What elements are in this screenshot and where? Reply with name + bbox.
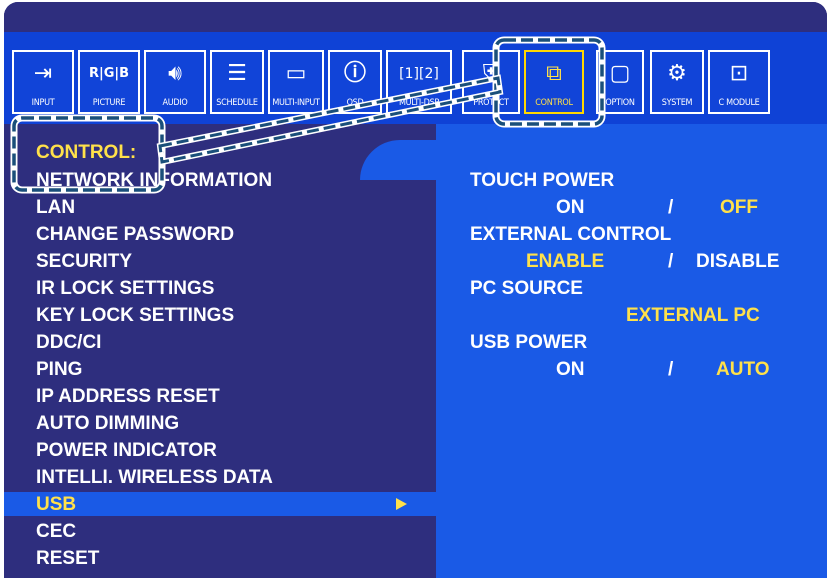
menu-item-change-password[interactable]: CHANGE PASSWORD — [36, 224, 234, 246]
menu-item-intelli-wireless-data[interactable]: INTELLI. WIRELESS DATA — [36, 467, 273, 489]
menu-item-ping[interactable]: PING — [36, 359, 82, 381]
schedule-icon: ☰ — [227, 61, 247, 86]
tab-c-module[interactable]: ⊡ C MODULE — [708, 50, 770, 114]
tab-option[interactable]: ▢ OPTION — [596, 50, 644, 114]
menu-item-network-information[interactable]: NETWORK INFORMATION — [36, 170, 272, 192]
menu-item-ddc-ci[interactable]: DDC/CI — [36, 332, 101, 354]
usb-power-on[interactable]: ON — [556, 359, 585, 381]
touch-power-label: TOUCH POWER — [470, 170, 615, 191]
menu-item-cec[interactable]: CEC — [36, 521, 76, 543]
multi-display-icon: [1][2] — [399, 66, 439, 82]
menu-item-key-lock-settings[interactable]: KEY LOCK SETTINGS — [36, 305, 234, 327]
tab-control-label: CONTROL — [535, 98, 573, 108]
tab-multi-dsp[interactable]: [1][2] MULTI-DSP — [386, 50, 452, 114]
protect-icon: ⛨ — [482, 61, 500, 86]
external-control-label: EXTERNAL CONTROL — [470, 224, 672, 245]
submenu-arrow-icon — [396, 498, 407, 510]
rgb-icon: R|G|B — [88, 66, 130, 81]
menu-item-usb[interactable]: USB — [36, 494, 76, 516]
option-icon: ▢ — [609, 61, 631, 86]
menu-item-reset[interactable]: RESET — [36, 548, 99, 570]
menu-item-security[interactable]: SECURITY — [36, 251, 132, 273]
menu-item-ir-lock-settings[interactable]: IR LOCK SETTINGS — [36, 278, 214, 300]
multi-input-icon: ▭ — [285, 61, 307, 86]
tab-control[interactable]: ⧉ CONTROL — [524, 50, 584, 114]
pc-source-value[interactable]: EXTERNAL PC — [626, 305, 760, 327]
tab-audio[interactable]: 🔊︎ AUDIO — [144, 50, 206, 114]
tab-input[interactable]: ⇥ INPUT — [12, 50, 74, 114]
tab-picture-label: PICTURE — [92, 98, 126, 108]
speaker-icon: 🔊︎ — [168, 61, 182, 86]
touch-power-on[interactable]: ON — [556, 197, 585, 219]
tab-protect[interactable]: ⛨ PROTECT — [462, 50, 520, 114]
tab-osd[interactable]: ⓘ OSD — [328, 50, 382, 114]
pc-source-label: PC SOURCE — [470, 278, 583, 299]
tab-multi-input[interactable]: ▭ MULTI-INPUT — [268, 50, 324, 114]
tab-picture[interactable]: R|G|B PICTURE — [78, 50, 140, 114]
compute-module-icon: ⊡ — [729, 61, 749, 86]
menu-item-ip-address-reset[interactable]: IP ADDRESS RESET — [36, 386, 220, 408]
external-control-disable[interactable]: DISABLE — [696, 251, 779, 273]
tab-osd-label: OSD — [346, 98, 364, 108]
osd-icon-bar: ⇥ INPUT R|G|B PICTURE 🔊︎ AUDIO ☰ SCHEDUL… — [4, 32, 827, 124]
tab-c-module-label: C MODULE — [718, 98, 760, 108]
input-icon: ⇥ — [33, 61, 53, 86]
tab-system-label: SYSTEM — [661, 98, 693, 108]
touch-power-off[interactable]: OFF — [720, 197, 758, 219]
osd-top-band — [4, 2, 827, 32]
external-control-enable[interactable]: ENABLE — [526, 251, 604, 273]
osd-window: ⇥ INPUT R|G|B PICTURE 🔊︎ AUDIO ☰ SCHEDUL… — [4, 2, 827, 578]
usb-power-separator: / — [668, 359, 674, 380]
tab-schedule[interactable]: ☰ SCHEDULE — [210, 50, 264, 114]
info-icon: ⓘ — [343, 61, 366, 86]
menu-item-power-indicator[interactable]: POWER INDICATOR — [36, 440, 217, 462]
tab-system[interactable]: ⚙ SYSTEM — [650, 50, 704, 114]
menu-item-auto-dimming[interactable]: AUTO DIMMING — [36, 413, 179, 435]
touch-power-separator: / — [668, 197, 674, 218]
system-icon: ⚙ — [667, 61, 687, 86]
tab-option-label: OPTION — [605, 98, 635, 108]
usb-power-auto[interactable]: AUTO — [716, 359, 769, 381]
tab-multi-dsp-label: MULTI-DSP — [399, 98, 439, 108]
menu-item-lan[interactable]: LAN — [36, 197, 75, 219]
control-icon: ⧉ — [546, 61, 562, 86]
tab-protect-label: PROTECT — [473, 98, 509, 108]
usb-power-label: USB POWER — [470, 332, 588, 353]
tab-schedule-label: SCHEDULE — [216, 98, 258, 108]
external-control-separator: / — [668, 251, 674, 272]
tab-multi-input-label: MULTI-INPUT — [272, 98, 320, 108]
tab-input-label: INPUT — [31, 98, 55, 108]
tab-audio-label: AUDIO — [162, 98, 188, 108]
menu-title: CONTROL: — [36, 142, 137, 163]
